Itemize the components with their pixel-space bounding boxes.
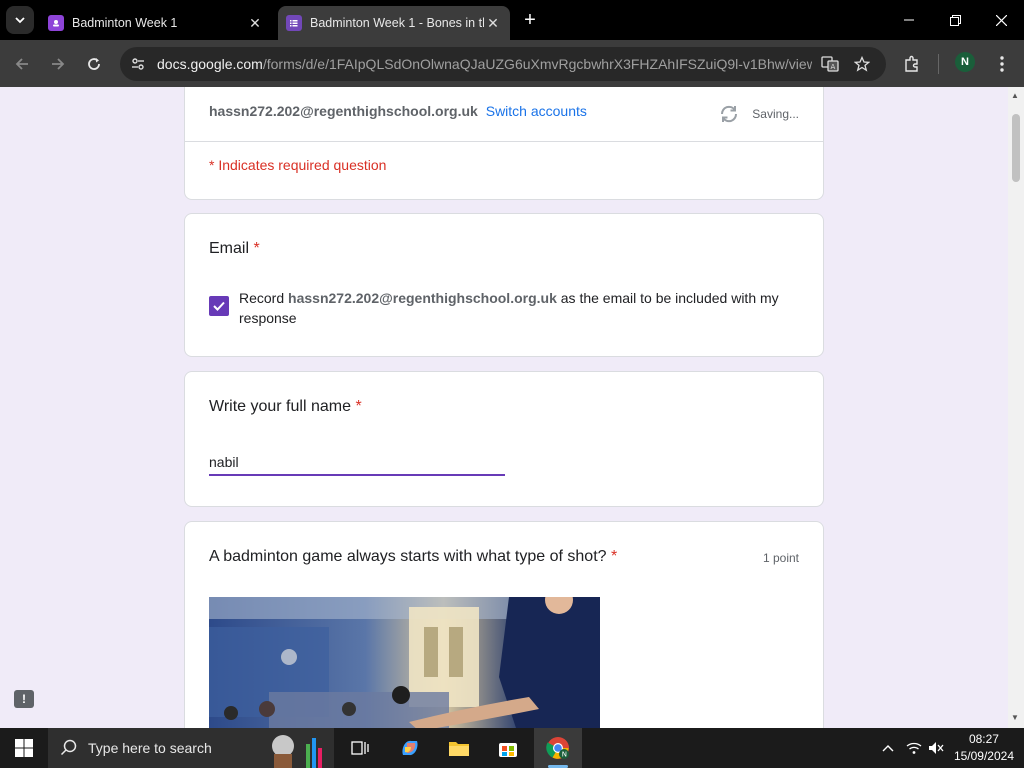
tab-title: Badminton Week 1 - Bones in th — [310, 16, 484, 30]
close-icon — [995, 14, 1007, 26]
browser-tab-1[interactable]: Badminton Week 1 ✕ — [40, 6, 272, 40]
restore-button[interactable] — [932, 0, 978, 40]
form-header-card: hassn272.202@regenthighschool.org.uk Swi… — [184, 87, 824, 200]
windows-logo-icon — [15, 739, 33, 757]
chrome-icon[interactable]: N — [544, 734, 572, 762]
scroll-thumb[interactable] — [1012, 114, 1020, 182]
account-email: hassn272.202@regenthighschool.org.uk — [209, 103, 478, 119]
site-info-icon[interactable] — [128, 54, 148, 74]
question-text: Email — [209, 240, 250, 257]
question-title: Write your full name * — [209, 398, 362, 416]
forward-button[interactable] — [46, 52, 70, 76]
forms-icon — [286, 15, 302, 31]
minimize-icon — [904, 19, 914, 21]
points-label: 1 point — [762, 551, 799, 565]
switch-accounts-link[interactable]: Switch accounts — [486, 103, 587, 119]
form-page: hassn272.202@regenthighschool.org.uk Swi… — [0, 87, 1024, 728]
arrow-right-icon — [52, 58, 65, 70]
scroll-up-icon[interactable]: ▲ — [1011, 91, 1019, 100]
question-text: Write your full name — [209, 398, 351, 415]
record-email-checkbox[interactable] — [209, 296, 229, 316]
saving-text: Saving... — [752, 107, 799, 121]
checkmark-icon — [213, 301, 225, 311]
arrow-left-icon — [15, 58, 28, 70]
tab-search-button[interactable] — [6, 6, 34, 34]
bookmark-star-icon[interactable] — [852, 54, 872, 74]
microsoft-store-icon[interactable] — [494, 734, 522, 762]
taskbar-search[interactable]: Type here to search — [48, 728, 334, 768]
required-star: * — [355, 398, 362, 415]
task-view-icon[interactable] — [346, 734, 374, 762]
tab-title: Badminton Week 1 — [72, 16, 178, 30]
shot-question-card: A badminton game always starts with what… — [184, 521, 824, 728]
question-text: A badminton game always starts with what… — [209, 548, 607, 565]
more-vert-icon — [1000, 56, 1004, 72]
question-title: A badminton game always starts with what… — [209, 548, 617, 566]
divider — [185, 141, 823, 142]
puzzle-icon — [905, 55, 918, 72]
browser-tab-2[interactable]: Badminton Week 1 - Bones in th ✕ — [278, 6, 510, 40]
minimize-button[interactable] — [886, 0, 932, 40]
toolbar-divider — [938, 54, 939, 74]
file-explorer-icon[interactable] — [445, 734, 473, 762]
record-email-label: Record hassn272.202@regenthighschool.org… — [239, 288, 799, 328]
record-email: hassn272.202@regenthighschool.org.uk — [288, 290, 557, 306]
reload-button[interactable] — [82, 52, 106, 76]
account-row: hassn272.202@regenthighschool.org.uk Swi… — [209, 103, 587, 119]
browser-toolbar: docs.google.com/forms/d/e/1FAIpQLSdOnOlw… — [0, 40, 1024, 87]
system-clock[interactable]: 08:27 15/09/2024 — [954, 731, 1014, 765]
url-text[interactable]: docs.google.com/forms/d/e/1FAIpQLSdOnOlw… — [157, 56, 812, 72]
clock-time: 08:27 — [968, 732, 999, 746]
save-status: Saving... — [718, 103, 799, 125]
name-question-card: Write your full name * nabil — [184, 371, 824, 507]
url-domain: docs.google.com — [157, 56, 263, 72]
search-icon — [60, 739, 77, 756]
badminton-photo — [209, 597, 600, 728]
close-window-button[interactable] — [978, 0, 1024, 40]
volume-muted-icon[interactable] — [926, 738, 946, 758]
extensions-button[interactable] — [900, 52, 924, 76]
scroll-down-icon[interactable]: ▼ — [1011, 713, 1019, 722]
email-question-card: Email * Record hassn272.202@regenthighsc… — [184, 213, 824, 357]
classroom-icon — [48, 15, 64, 31]
chrome-menu-button[interactable] — [990, 52, 1014, 76]
network-icon[interactable] — [904, 738, 924, 758]
translate-icon[interactable]: A — [820, 54, 840, 74]
url-path: /forms/d/e/1FAIpQLSdOnOlwnaQJaUZG6uXmvRg… — [262, 56, 812, 72]
address-bar[interactable]: docs.google.com/forms/d/e/1FAIpQLSdOnOlw… — [120, 47, 886, 81]
search-highlight-icon — [272, 735, 322, 768]
search-placeholder: Type here to search — [88, 740, 212, 756]
required-note: * Indicates required question — [209, 157, 387, 173]
sync-icon — [721, 105, 738, 123]
copilot-icon[interactable] — [396, 734, 424, 762]
back-button[interactable] — [10, 52, 34, 76]
record-prefix: Record — [239, 290, 285, 306]
start-button[interactable] — [0, 728, 48, 768]
clock-date: 15/09/2024 — [953, 749, 1014, 763]
svg-text:N: N — [562, 751, 567, 759]
required-star: * — [253, 240, 260, 257]
chevron-down-icon — [15, 17, 25, 24]
page-scrollbar[interactable]: ▲ ▼ — [1008, 87, 1024, 728]
report-feedback-button[interactable]: ! — [14, 690, 34, 708]
browser-tab-strip: Badminton Week 1 ✕ Badminton Week 1 - Bo… — [0, 0, 1024, 40]
required-star: * — [611, 548, 618, 565]
close-tab-icon[interactable]: ✕ — [484, 14, 502, 32]
svg-text:A: A — [831, 63, 836, 71]
full-name-input[interactable]: nabil — [209, 452, 505, 476]
new-tab-button[interactable]: + — [518, 9, 542, 31]
question-title: Email * — [209, 240, 260, 258]
tray-expand-icon[interactable] — [878, 738, 898, 758]
reload-icon — [88, 58, 100, 70]
close-tab-icon[interactable]: ✕ — [246, 14, 264, 32]
restore-icon — [949, 14, 961, 26]
profile-avatar[interactable]: N — [955, 52, 975, 72]
windows-taskbar: Type here to search N 08:27 15/09/2024 — [0, 728, 1024, 768]
